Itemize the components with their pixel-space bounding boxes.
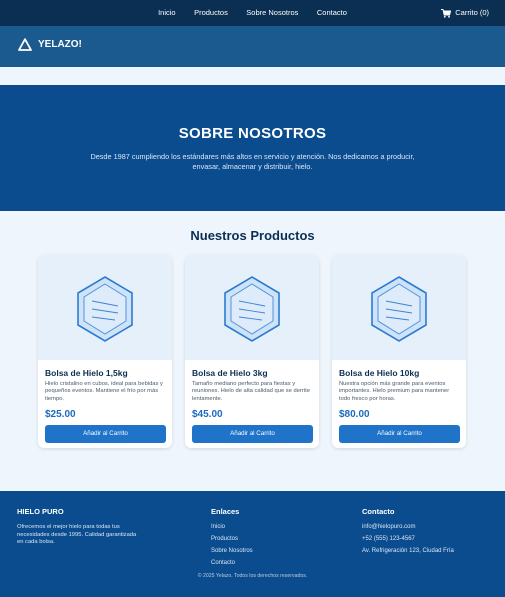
add-to-cart-button[interactable]: Añadir al Carrito — [192, 425, 313, 443]
product-price: $25.00 — [45, 409, 76, 420]
ice-bag-icon — [371, 276, 427, 342]
product-name: Bolsa de Hielo 3kg — [192, 368, 268, 378]
footer-contact-title: Contacto — [362, 507, 395, 516]
add-to-cart-button[interactable]: Añadir al Carrito — [45, 425, 166, 443]
product-image — [332, 255, 466, 360]
product-card: Bolsa de Hielo 3kg Tamaño mediano perfec… — [185, 255, 319, 448]
product-price: $45.00 — [192, 409, 223, 420]
footer-link-productos[interactable]: Productos — [211, 536, 253, 542]
product-name: Bolsa de Hielo 1,5kg — [45, 368, 128, 378]
nav-link-sobre-nosotros[interactable]: Sobre Nosotros — [246, 0, 298, 26]
product-description: Nuestra opción más grande para eventos i… — [339, 381, 450, 402]
ice-bag-icon — [224, 276, 280, 342]
footer-link-contacto[interactable]: Contacto — [211, 560, 253, 566]
add-to-cart-button[interactable]: Añadir al Carrito — [339, 425, 460, 443]
about-text: Desde 1987 cumpliendo los estándares más… — [90, 152, 415, 171]
logo[interactable]: YELAZO! — [18, 38, 82, 51]
contact-email[interactable]: info@hielopuro.com — [362, 524, 454, 530]
product-image — [185, 255, 319, 360]
nav-link-productos[interactable]: Productos — [194, 0, 228, 26]
nav-link-contacto[interactable]: Contacto — [317, 0, 347, 26]
about-section: SOBRE NOSOTROS Desde 1987 cumpliendo los… — [0, 85, 505, 211]
products-title: Nuestros Productos — [190, 228, 315, 243]
footer-links-title: Enlaces — [211, 507, 240, 516]
product-name: Bolsa de Hielo 10kg — [339, 368, 420, 378]
product-card: Bolsa de Hielo 10kg Nuestra opción más g… — [332, 255, 466, 448]
footer-link-inicio[interactable]: Inicio — [211, 524, 253, 530]
footer-brand-title: HIELO PURO — [17, 507, 64, 516]
footer-brand: HIELO PURO Ofrecemos el mejor hielo para… — [17, 507, 142, 547]
cart-icon — [441, 8, 452, 18]
product-description: Tamaño mediano perfecto para fiestas y r… — [192, 381, 310, 402]
product-image — [38, 255, 172, 360]
cart-button[interactable]: Carrito (0) — [441, 0, 489, 26]
cart-label: Carrito (0) — [455, 8, 489, 17]
footer-contact: Contacto info@hielopuro.com +52 (555) 12… — [362, 507, 454, 560]
triangle-logo-icon — [18, 38, 32, 51]
brand-name: YELAZO! — [38, 39, 82, 50]
product-description: Hielo cristalino en cubos, ideal para be… — [45, 381, 163, 402]
brand-bar: YELAZO! — [0, 26, 505, 67]
contact-address: Av. Refrigeración 123, Ciudad Fría — [362, 548, 454, 554]
nav-link-inicio[interactable]: Inicio — [158, 0, 176, 26]
copyright: © 2025 Yelazo. Todos los derechos reserv… — [197, 573, 308, 579]
ice-bag-icon — [77, 276, 133, 342]
contact-phone: +52 (555) 123-4567 — [362, 536, 415, 542]
product-price: $80.00 — [339, 409, 370, 420]
footer-link-sobre-nosotros[interactable]: Sobre Nosotros — [211, 548, 253, 554]
nav-links: Inicio Productos Sobre Nosotros Contacto — [0, 0, 505, 26]
footer-brand-text: Ofrecemos el mejor hielo para todas tus … — [17, 524, 137, 545]
footer: HIELO PURO Ofrecemos el mejor hielo para… — [0, 491, 505, 597]
product-card: Bolsa de Hielo 1,5kg Hielo cristalino en… — [38, 255, 172, 448]
footer-links: Enlaces Inicio Productos Sobre Nosotros … — [211, 507, 253, 572]
about-title: SOBRE NOSOTROS — [178, 125, 327, 142]
top-navigation: Inicio Productos Sobre Nosotros Contacto… — [0, 0, 505, 26]
